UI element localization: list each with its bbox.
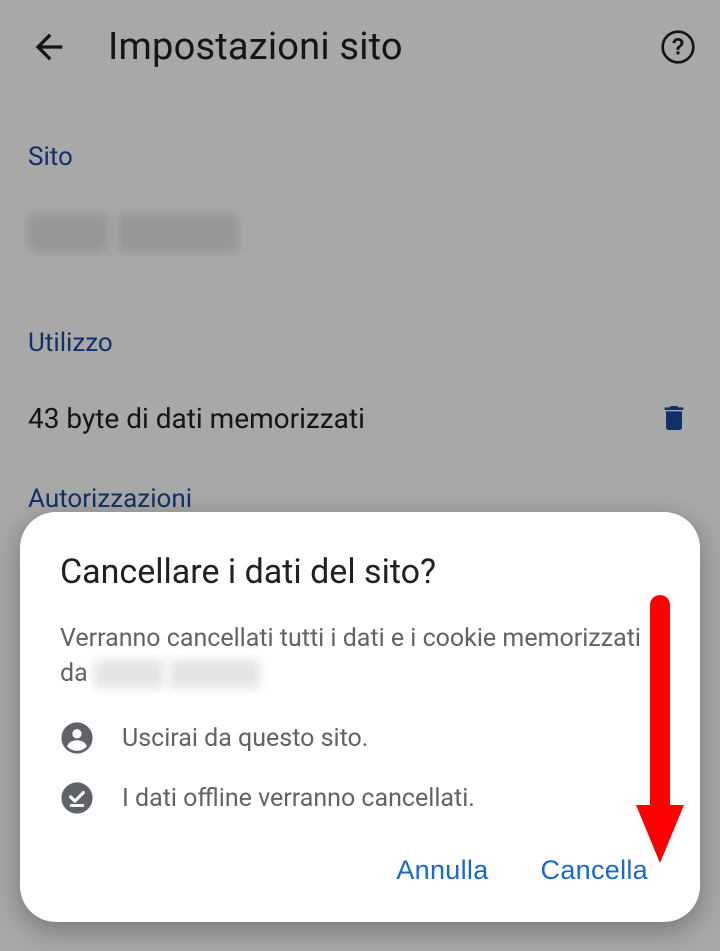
dialog-bullet-signout: Uscirai da questo sito.	[60, 721, 660, 755]
cancel-button[interactable]: Annulla	[392, 847, 492, 894]
dialog-bullet-signout-text: Uscirai da questo sito.	[122, 724, 368, 753]
dialog-body: Verranno cancellati tutti i dati e i coo…	[60, 622, 660, 691]
dialog-bullet-offline: I dati offline verranno cancellati.	[60, 781, 660, 815]
dialog-bullet-offline-text: I dati offline verranno cancellati.	[122, 784, 475, 813]
clear-site-data-dialog: Cancellare i dati del sito? Verranno can…	[20, 512, 700, 922]
confirm-button[interactable]: Cancella	[537, 847, 652, 894]
dialog-title: Cancellare i dati del sito?	[60, 552, 660, 592]
dialog-actions: Annulla Cancella	[60, 841, 660, 894]
person-icon	[60, 721, 94, 755]
offline-pin-icon	[60, 781, 94, 815]
